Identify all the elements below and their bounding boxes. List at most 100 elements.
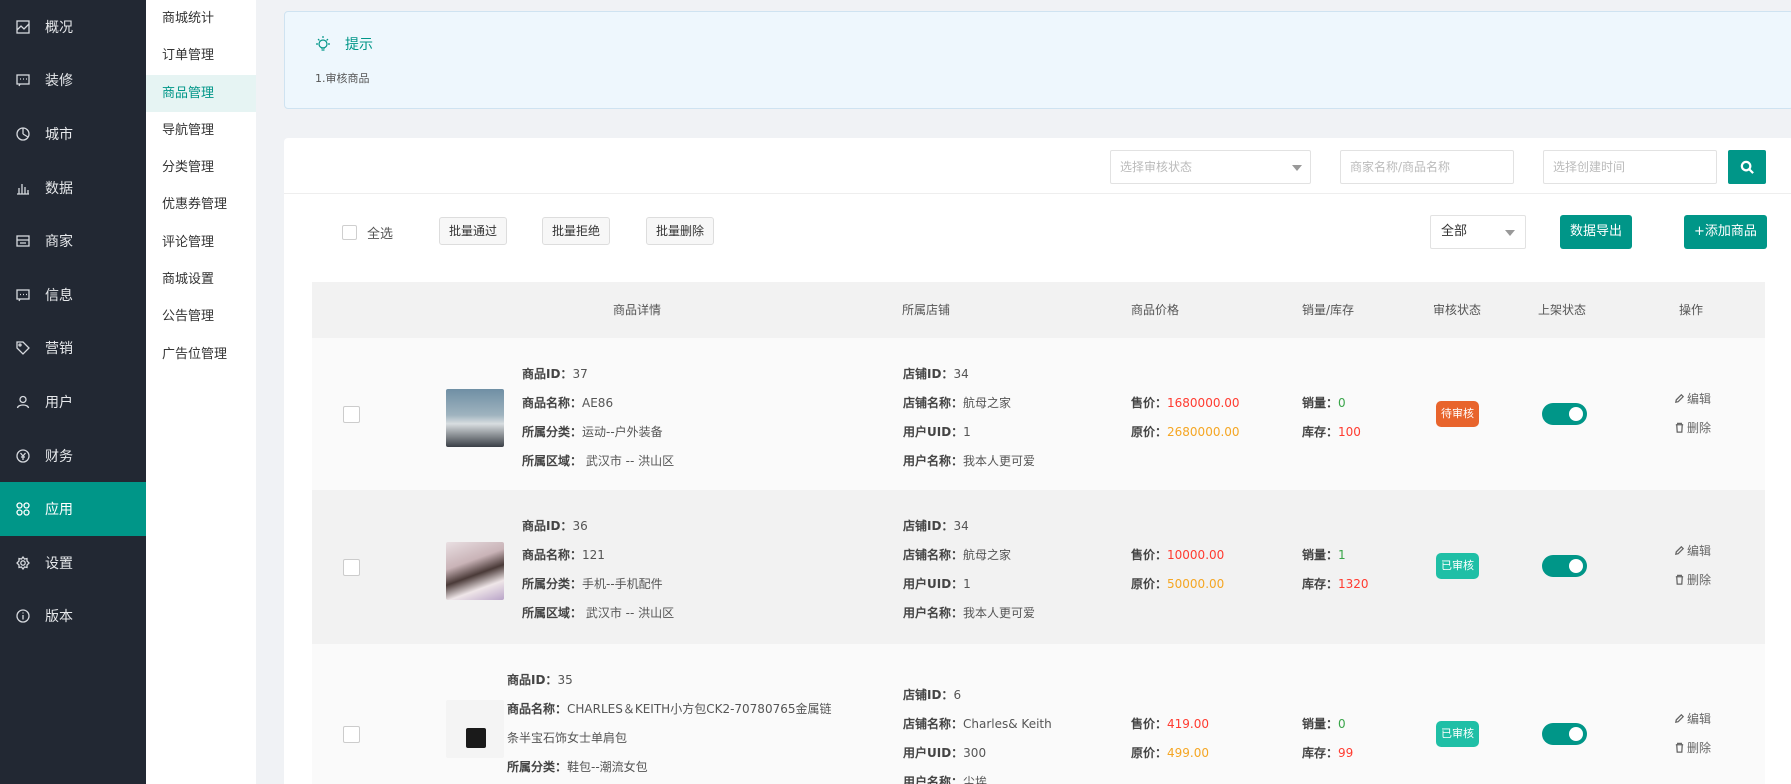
label: 用户UID： (903, 746, 964, 760)
sidebar-item-users[interactable]: 用户 (0, 375, 146, 429)
scope-select[interactable]: 全部 (1430, 215, 1526, 249)
product-category-line: 所属分类：手机--手机配件 (522, 575, 663, 592)
sidebar-item-merchant[interactable]: 商家 (0, 214, 146, 268)
export-button[interactable]: 数据导出 (1560, 215, 1633, 249)
product-name-line: 商品名称：CHARLES＆KEITH小方包CK2-70780765金属链 (507, 700, 832, 717)
sidebar-item-settings[interactable]: 设置 (0, 536, 146, 590)
submenu-item-reviews[interactable]: 评论管理 (146, 224, 256, 261)
batch-delete-button[interactable]: 批量删除 (646, 217, 715, 245)
submenu-item-mall-settings[interactable]: 商城设置 (146, 261, 256, 298)
add-product-button[interactable]: +添加商品 (1684, 215, 1767, 249)
submenu-item-orders[interactable]: 订单管理 (146, 37, 256, 74)
shop-id: 34 (953, 367, 969, 381)
sidebar-item-overview[interactable]: 概况 (0, 0, 146, 54)
shop-id: 34 (953, 519, 969, 533)
shop-name: 航母之家 (963, 396, 1012, 410)
sidebar-item-label: 用户 (45, 394, 73, 411)
user-name-line: 用户名称：我本人更可爱 (903, 604, 1035, 621)
trash-icon (1675, 574, 1684, 585)
submenu-item-coupons[interactable]: 优惠券管理 (146, 186, 256, 223)
delete-button[interactable]: 删除 (1674, 739, 1711, 756)
checkbox[interactable] (342, 225, 357, 240)
product-category-line: 所属分类：鞋包--潮流女包 (507, 758, 648, 775)
delete-button[interactable]: 删除 (1674, 419, 1711, 436)
submenu-item-mall-stats[interactable]: 商城统计 (146, 0, 256, 37)
label: 所属区域： (522, 454, 583, 468)
shop-name: Charles& Keith (963, 717, 1052, 731)
info-icon (16, 609, 30, 623)
row-checkbox[interactable] (343, 406, 360, 423)
sidebar-item-version[interactable]: 版本 (0, 590, 146, 644)
listing-toggle[interactable] (1542, 555, 1587, 577)
sidebar-item-label: 财务 (45, 448, 73, 465)
chevron-down-icon (1505, 230, 1515, 236)
keyword-search-input[interactable]: 商家名称/商品名称 (1340, 150, 1514, 184)
listing-toggle[interactable] (1542, 723, 1587, 745)
listing-toggle[interactable] (1542, 403, 1587, 425)
original-price: 499.00 (1167, 746, 1210, 760)
audit-status-placeholder: 选择审核状态 (1120, 160, 1193, 174)
product-category: 运动--户外装备 (582, 425, 663, 439)
sidebar-item-message[interactable]: 信息 (0, 268, 146, 322)
submenu-item-ad-slots[interactable]: 广告位管理 (146, 336, 256, 373)
product-id: 37 (572, 367, 588, 381)
batch-pass-button[interactable]: 批量通过 (439, 217, 508, 245)
col-shop: 所属店铺 (902, 303, 951, 317)
audit-status-badge: 已审核 (1436, 553, 1479, 579)
submenu-item-notices[interactable]: 公告管理 (146, 298, 256, 335)
scope-value: 全部 (1441, 224, 1468, 239)
chevron-down-icon (1292, 165, 1302, 171)
message-icon (16, 288, 30, 302)
sidebar-item-apps[interactable]: 应用 (0, 482, 146, 536)
search-button[interactable] (1728, 150, 1766, 184)
edit-button[interactable]: 编辑 (1674, 542, 1711, 559)
delete-button[interactable]: 删除 (1674, 571, 1711, 588)
table-row: 商品ID：36 商品名称：121 所属分类：手机--手机配件 所属区域： 武汉市… (312, 490, 1765, 644)
sales-line: 销量：0 (1302, 715, 1346, 732)
sidebar-item-label: 设置 (45, 555, 73, 572)
edit-button[interactable]: 编辑 (1674, 710, 1711, 727)
product-thumbnail (446, 700, 504, 758)
create-date-picker[interactable]: 选择创建时间 (1543, 150, 1717, 184)
product-name: AE86 (582, 396, 614, 410)
submenu-item-navigation[interactable]: 导航管理 (146, 112, 256, 149)
label: 店铺名称： (903, 396, 964, 410)
shop-name-line: 店铺名称：Charles& Keith (903, 715, 1052, 732)
edit-button[interactable]: 编辑 (1674, 390, 1711, 407)
stock-count: 100 (1338, 425, 1361, 439)
sidebar-item-city[interactable]: 城市 (0, 107, 146, 161)
label: 原价： (1131, 746, 1168, 760)
sidebar-item-label: 应用 (45, 502, 73, 519)
sales-line: 销量：1 (1302, 546, 1346, 563)
product-category-line: 所属分类：运动--户外装备 (522, 423, 663, 440)
label: 所属分类： (507, 760, 568, 774)
shop-name-line: 店铺名称：航母之家 (903, 394, 1011, 411)
submenu-item-categories[interactable]: 分类管理 (146, 149, 256, 186)
col-sales-stock: 销量/库存 (1302, 303, 1355, 317)
row-checkbox[interactable] (343, 726, 360, 743)
product-region-line: 所属区域： 武汉市 -- 洪山区 (522, 452, 674, 469)
audit-status-select[interactable]: 选择审核状态 (1110, 150, 1311, 184)
filter-bar: 选择审核状态 商家名称/商品名称 选择创建时间 (284, 138, 1791, 194)
sidebar-item-marketing[interactable]: 营销 (0, 322, 146, 376)
sidebar-item-decorate[interactable]: 装修 (0, 54, 146, 108)
pencil-icon (1675, 545, 1685, 555)
sale-price: 419.00 (1167, 717, 1210, 731)
delete-label: 删除 (1687, 741, 1712, 755)
delete-label: 删除 (1687, 573, 1712, 587)
sidebar-item-finance[interactable]: 财务 (0, 429, 146, 483)
row-checkbox[interactable] (343, 559, 360, 576)
label: 用户UID： (903, 577, 964, 591)
col-product-detail: 商品详情 (613, 303, 662, 317)
sidebar-item-data[interactable]: 数据 (0, 161, 146, 215)
user-name: 我本人更可爱 (963, 454, 1036, 468)
select-all-checkbox[interactable]: 全选 (342, 223, 393, 242)
submenu-item-products[interactable]: 商品管理 (146, 74, 256, 112)
overview-icon (16, 20, 30, 34)
sale-price: 10000.00 (1167, 548, 1225, 562)
pencil-icon (1675, 393, 1685, 403)
app-root: 概况 装修 城市 数据 商家 信息 营销 用户 财务 应用 设置 版本 商城统计… (0, 0, 1791, 784)
batch-reject-button[interactable]: 批量拒绝 (542, 217, 611, 245)
label: 店铺ID： (903, 367, 954, 381)
label: 销量： (1302, 548, 1339, 562)
